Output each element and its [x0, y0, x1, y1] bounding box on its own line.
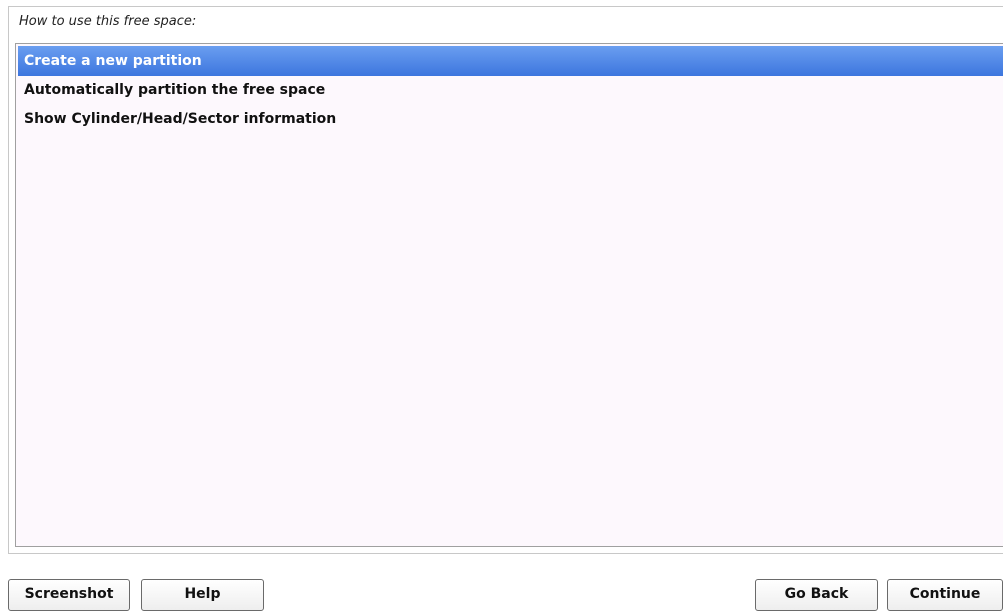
go-back-button[interactable]: Go Back [755, 579, 878, 611]
screenshot-button[interactable]: Screenshot [8, 579, 130, 611]
question-label: How to use this free space: [19, 14, 197, 29]
list-item-auto-partition[interactable]: Automatically partition the free space [16, 76, 1003, 105]
help-button[interactable]: Help [141, 579, 264, 611]
list-item-show-chs-info[interactable]: Show Cylinder/Head/Sector information [16, 105, 1003, 134]
continue-button[interactable]: Continue [887, 579, 1003, 611]
options-list[interactable]: Create a new partition Automatically par… [15, 43, 1003, 547]
list-item-create-partition[interactable]: Create a new partition [18, 46, 1003, 76]
